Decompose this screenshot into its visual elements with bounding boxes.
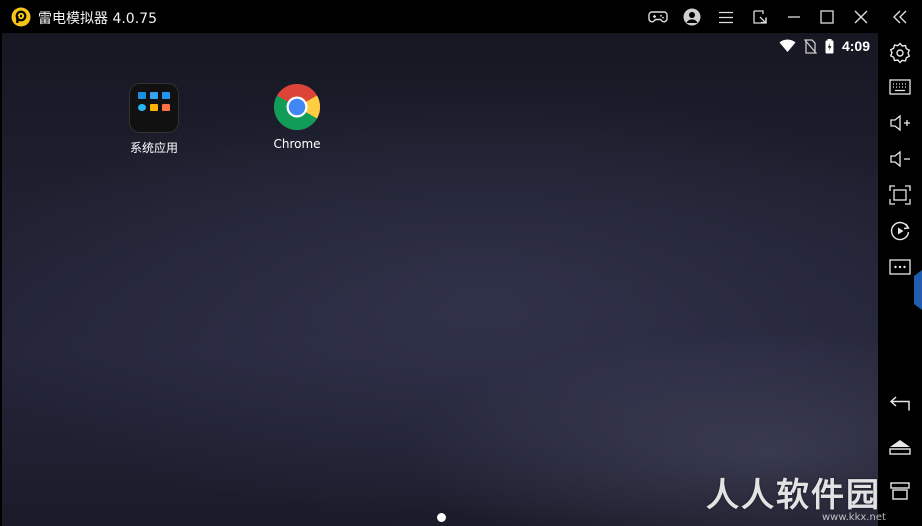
more-options-button[interactable] (888, 255, 912, 279)
screenshot-button[interactable] (888, 183, 912, 207)
menu-icon (719, 11, 733, 23)
minimize-icon (788, 16, 800, 18)
recent-apps-icon (890, 482, 910, 500)
shrink-window-button[interactable] (749, 6, 771, 28)
back-icon (889, 396, 910, 411)
screenshot-icon (889, 185, 911, 205)
settings-icon (889, 42, 911, 64)
watermark-text: 人人软件园 (706, 475, 881, 514)
app-label: Chrome (273, 137, 321, 151)
keyboard-mapping-button[interactable] (888, 75, 912, 99)
battery-icon (825, 38, 834, 53)
collapse-sidebar-button[interactable] (889, 6, 911, 28)
status-bar: 4:09 (779, 37, 870, 55)
chrome-icon (274, 83, 321, 131)
volume-up-icon (890, 114, 910, 132)
wifi-icon (779, 39, 796, 52)
app-label: 系统应用 (129, 141, 178, 155)
maximize-button[interactable] (816, 6, 838, 28)
record-icon (890, 221, 910, 241)
no-sim-icon (803, 38, 817, 54)
chrome-app[interactable]: Chrome (252, 83, 342, 151)
recent-apps-button[interactable] (888, 479, 912, 503)
watermark-url: www.kkx.net (822, 512, 886, 523)
settings-button[interactable] (888, 41, 912, 65)
status-clock: 4:09 (841, 38, 870, 54)
sidebar-edge-handle-icon[interactable] (912, 270, 922, 310)
gamepad-button[interactable] (647, 6, 669, 28)
shrink-window-icon (753, 10, 767, 24)
gamepad-icon (648, 11, 668, 23)
minimize-button[interactable] (783, 6, 805, 28)
keyboard-icon (889, 79, 911, 95)
close-icon (854, 10, 868, 24)
volume-down-icon (890, 150, 910, 168)
menu-button[interactable] (715, 6, 737, 28)
volume-up-button[interactable] (888, 111, 912, 135)
collapse-sidebar-icon (893, 10, 907, 24)
page-indicator-dot (437, 513, 446, 522)
more-icon (889, 259, 911, 275)
account-icon (683, 8, 701, 26)
home-button[interactable] (888, 435, 912, 459)
maximize-icon (820, 10, 834, 24)
close-button[interactable] (850, 6, 872, 28)
back-button[interactable] (888, 391, 912, 415)
window-title: 雷电模拟器 4.0.75 (38, 11, 157, 27)
record-button[interactable] (888, 219, 912, 243)
app-logo-icon (11, 7, 31, 27)
system-apps-folder[interactable]: 系统应用 (109, 83, 199, 156)
folder-icon (129, 83, 179, 133)
account-button[interactable] (681, 6, 703, 28)
title-bar: 雷电模拟器 4.0.75 (0, 0, 922, 33)
emulator-screen[interactable]: 4:09 系统应用 Chrome (2, 33, 878, 526)
home-icon (889, 440, 911, 455)
volume-down-button[interactable] (888, 147, 912, 171)
